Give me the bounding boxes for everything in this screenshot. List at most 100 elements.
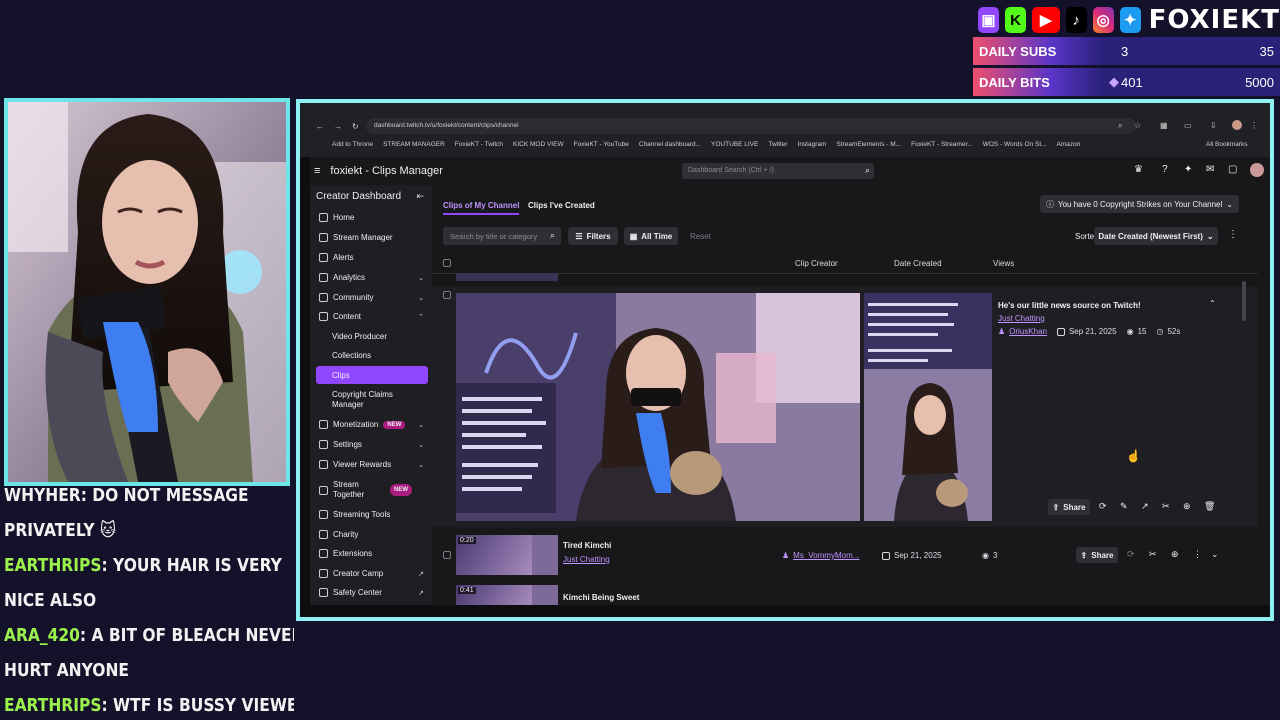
sidebar-item-clips[interactable]: Clips [316, 366, 428, 384]
sidebar-item-video-producer[interactable]: Video Producer [310, 332, 432, 341]
more-options-icon[interactable]: ⋮ [1193, 549, 1202, 560]
column-header-date-created[interactable]: Date Created [894, 259, 942, 268]
back-icon[interactable]: ← [316, 122, 324, 131]
reload-icon[interactable]: ↻ [352, 122, 359, 131]
downloads-icon[interactable]: ⇩ [1210, 121, 1217, 130]
chevron-down-icon[interactable]: ⌄ [1211, 549, 1219, 560]
sidebar-item-extensions[interactable]: Extensions [310, 549, 432, 558]
row-checkbox[interactable] [443, 551, 451, 559]
table-row[interactable]: 0:41 Kimchi Being Sweet [432, 583, 1258, 605]
sidebar-item-creator-camp[interactable]: Creator Camp ↗ [310, 569, 432, 578]
clip-category[interactable]: Just Chatting [563, 555, 610, 564]
add-icon[interactable]: ⊕ [1183, 501, 1191, 512]
sidebar-item-stream-together[interactable]: Stream Together NEW [310, 480, 432, 500]
table-row[interactable]: 0:20 Tired Kimchi Just Chatting ♟ Ms_Vomm… [432, 531, 1258, 581]
sidebar-item-analytics[interactable]: Analytics ⌄ [310, 273, 432, 282]
bookmark[interactable]: FoxieKT - Twitch [455, 141, 503, 151]
bookmark[interactable]: Instagram [798, 141, 827, 151]
magic-icon[interactable]: ✦ [1184, 164, 1192, 175]
share-button[interactable]: ⇪ Share [1048, 499, 1090, 515]
filters-button[interactable]: ☰ Filters [568, 227, 618, 245]
sidebar-item-copyright-claims[interactable]: Copyright Claims Manager [310, 390, 406, 410]
download-icon[interactable]: ⟳ [1099, 501, 1107, 512]
sidebar-item-alerts[interactable]: Alerts [310, 253, 432, 262]
sort-dropdown[interactable]: Date Created (Newest First) ⌄ [1094, 227, 1218, 245]
scissors-icon[interactable]: ✂ [1149, 549, 1157, 560]
tab-clips-ive-created[interactable]: Clips I've Created [528, 201, 595, 210]
star-icon[interactable]: ☆ [1134, 121, 1141, 130]
tab-clips-of-my-channel[interactable]: Clips of My Channel [443, 201, 520, 215]
sidebar-item-charity[interactable]: Charity [310, 530, 432, 539]
add-icon[interactable]: ⊕ [1171, 549, 1179, 560]
mail-icon[interactable]: ✉ [1206, 164, 1214, 175]
all-bookmarks[interactable]: All Bookmarks [1206, 141, 1248, 148]
clip-title[interactable]: Kimchi Being Sweet [563, 593, 639, 602]
clip-thumbnail[interactable]: 0:20 [456, 535, 532, 575]
clip-search-input[interactable]: Search by title or category ⌕ [443, 227, 561, 245]
forward-icon[interactable]: → [334, 122, 342, 131]
sidebar-item-stream-manager[interactable]: Stream Manager [310, 233, 432, 242]
menu-icon[interactable]: ⋮ [1250, 121, 1258, 130]
clip-creator-link[interactable]: OriusKhan [1009, 327, 1047, 336]
clip-title[interactable]: Tired Kimchi [563, 541, 611, 550]
trash-icon[interactable]: 🗑 [1204, 501, 1215, 512]
clip-thumbnail[interactable]: 0:41 [456, 585, 532, 605]
profile-avatar[interactable] [1232, 120, 1242, 130]
all-time-button[interactable]: ▦ All Time [624, 227, 678, 245]
download-icon[interactable]: ⟳ [1127, 549, 1135, 560]
crown-icon[interactable]: ♛ [1134, 164, 1143, 175]
reset-button[interactable]: Reset [690, 232, 711, 241]
sidebar-item-streaming-tools[interactable]: Streaming Tools [310, 510, 432, 519]
select-all-checkbox[interactable] [443, 259, 451, 267]
hamburger-icon[interactable]: ≡ [314, 165, 320, 177]
clip-thumbnail[interactable] [456, 273, 558, 281]
scrollbar-thumb[interactable] [1242, 281, 1246, 321]
search-icon[interactable]: ⌕ [865, 165, 870, 176]
sidebar-item-settings[interactable]: Settings ⌄ [310, 440, 432, 449]
chevron-up-icon[interactable]: ⌃ [1209, 299, 1216, 308]
share-button[interactable]: ⇪ Share [1076, 547, 1118, 563]
clip-vertical-preview[interactable] [864, 293, 992, 521]
extensions-icon[interactable]: ▦ [1160, 121, 1168, 130]
avatar[interactable] [1250, 163, 1264, 177]
bookmark[interactable]: Twitter [768, 141, 787, 151]
sidebar-item-content[interactable]: Content ⌃ [310, 312, 432, 321]
help-icon[interactable]: ? [1162, 164, 1168, 175]
clip-title[interactable]: He's our little news source on Twitch! [998, 301, 1141, 310]
bookmark[interactable]: Channel dashboard... [639, 141, 701, 151]
collapse-icon[interactable]: ⇤ [416, 191, 424, 202]
search-icon[interactable]: ⌕ [550, 230, 555, 241]
sidebar-item-monetization[interactable]: Monetization NEW ⌄ [310, 420, 432, 429]
chat-icon[interactable]: ▢ [1228, 164, 1237, 175]
sidebar-item-collections[interactable]: Collections [310, 351, 432, 360]
edit-icon[interactable]: ✎ [1120, 501, 1128, 512]
dashboard-search-input[interactable]: Dashboard Search (Ctrl + /) ⌕ [682, 163, 874, 179]
bookmark[interactable]: KICK MOD VIEW [513, 141, 564, 151]
clip-vertical-thumbnail[interactable] [532, 535, 558, 575]
sidebar-item-home[interactable]: Home [310, 213, 432, 222]
bookmark[interactable]: YOUTUBE LIVE [711, 141, 758, 151]
tab-icon[interactable]: ▭ [1184, 121, 1192, 130]
bookmark[interactable]: WOS - Words On St... [983, 141, 1047, 151]
row-checkbox[interactable] [443, 291, 451, 299]
more-options-icon[interactable]: ⋮ [1228, 229, 1238, 240]
bookmark[interactable]: Amazon [1057, 141, 1081, 151]
external-link-icon[interactable]: ↗ [1141, 501, 1149, 512]
copyright-notice[interactable]: ⓘ You have 0 Copyright Strikes on Your Ch… [1040, 195, 1239, 213]
bookmark[interactable]: FoxieKT - YouTube [574, 141, 629, 151]
column-header-views[interactable]: Views [993, 259, 1014, 268]
bookmark[interactable]: Add to Throne [332, 141, 373, 151]
clip-video-preview[interactable] [456, 293, 860, 521]
clip-vertical-thumbnail[interactable] [532, 585, 558, 605]
search-icon[interactable]: ⌕ [1118, 121, 1122, 131]
clip-category[interactable]: Just Chatting [998, 314, 1045, 323]
column-header-clip-creator[interactable]: Clip Creator [795, 259, 838, 268]
bookmark[interactable]: STREAM MANAGER [383, 141, 445, 151]
address-bar[interactable]: dashboard.twitch.tv/u/foxiekt/content/cl… [366, 118, 1136, 134]
sidebar-item-community[interactable]: Community ⌄ [310, 293, 432, 302]
sidebar-item-safety-center[interactable]: Safety Center ↗ [310, 588, 432, 597]
clip-creator-link[interactable]: Ms_VommyMom... [793, 551, 859, 560]
bookmark[interactable]: StreamElements - M... [836, 141, 901, 151]
scissors-icon[interactable]: ✂ [1162, 501, 1170, 512]
bookmark[interactable]: FoxieKT - Streamer... [911, 141, 973, 151]
